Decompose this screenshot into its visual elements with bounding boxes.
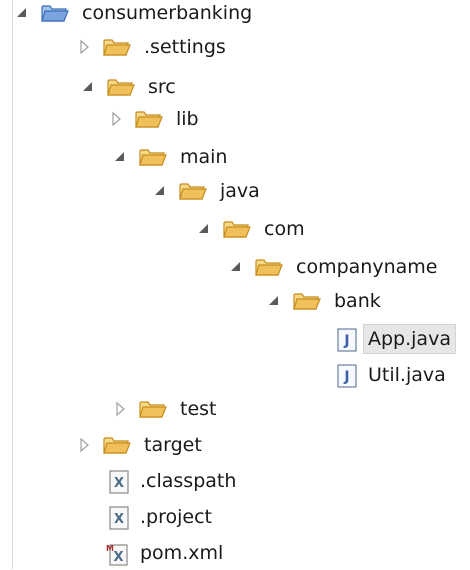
tree-row-label: consumerbanking — [82, 2, 253, 24]
folder-icon — [138, 398, 168, 420]
expanded-twisty-icon[interactable] — [152, 183, 168, 199]
tree-row-label: .classpath — [140, 470, 237, 492]
xml-file-icon — [108, 506, 130, 528]
tree-row-java[interactable]: java — [152, 174, 264, 208]
tree-row-consumerbanking[interactable]: consumerbanking — [14, 0, 256, 30]
expanded-twisty-icon[interactable] — [80, 79, 96, 95]
tree-row-app-java[interactable]: App.java — [336, 322, 456, 356]
tree-row-label: target — [144, 434, 202, 456]
xml-file-icon — [108, 470, 130, 492]
folder-icon — [138, 146, 168, 168]
tree-row-label: App.java — [363, 324, 456, 354]
tree-row-companyname[interactable]: companyname — [228, 250, 441, 284]
tree-row-label: java — [220, 180, 260, 202]
expanded-twisty-icon[interactable] — [112, 149, 128, 165]
tree-row-main[interactable]: main — [112, 140, 231, 174]
tree-row-label: pom.xml — [140, 542, 224, 564]
expanded-twisty-icon[interactable] — [228, 259, 244, 275]
collapsed-twisty-icon[interactable] — [108, 111, 124, 127]
tree-row-util-java[interactable]: Util.java — [336, 358, 450, 392]
collapsed-twisty-icon[interactable] — [76, 437, 92, 453]
tree-row-label: companyname — [296, 256, 438, 278]
tree-row-test[interactable]: test — [112, 392, 221, 426]
tree-row-lib[interactable]: lib — [108, 102, 203, 136]
tree-row-pom-xml[interactable]: pom.xml — [106, 536, 227, 570]
folder-icon — [102, 434, 132, 456]
maven-pom-icon — [106, 542, 130, 564]
tree-row-classpath[interactable]: .classpath — [108, 464, 240, 498]
tree-row-label: bank — [334, 290, 381, 312]
collapsed-twisty-icon[interactable] — [76, 39, 92, 55]
tree-row-label: .project — [140, 506, 212, 528]
tree-row-label: lib — [176, 108, 199, 130]
folder-icon — [292, 290, 322, 312]
folder-icon — [102, 36, 132, 58]
tree-row-project-file[interactable]: .project — [108, 500, 216, 534]
java-file-icon — [336, 328, 358, 350]
tree-row-src[interactable]: src — [80, 70, 180, 104]
folder-icon — [222, 218, 252, 240]
tree-row-com[interactable]: com — [196, 212, 309, 246]
folder-icon — [134, 108, 164, 130]
tree-row-target[interactable]: target — [76, 428, 206, 462]
tree-row-label: .settings — [144, 36, 226, 58]
tree-row-label: test — [180, 398, 217, 420]
tree-row-label: main — [180, 146, 228, 168]
tree-row-settings[interactable]: .settings — [76, 30, 230, 64]
folder-icon — [106, 76, 136, 98]
collapsed-twisty-icon[interactable] — [112, 401, 128, 417]
tree-row-bank[interactable]: bank — [266, 284, 385, 318]
tree-row-label: Util.java — [368, 364, 446, 386]
project-explorer-tree: consumerbanking .settings src lib main j… — [0, 0, 470, 569]
expanded-twisty-icon[interactable] — [196, 221, 212, 237]
folder-icon — [178, 180, 208, 202]
tree-row-label: com — [264, 218, 305, 240]
java-file-icon — [336, 364, 358, 386]
project-folder-icon — [40, 2, 70, 24]
folder-icon — [254, 256, 284, 278]
expanded-twisty-icon[interactable] — [14, 5, 30, 21]
tree-row-label: src — [148, 76, 176, 98]
expanded-twisty-icon[interactable] — [266, 293, 282, 309]
